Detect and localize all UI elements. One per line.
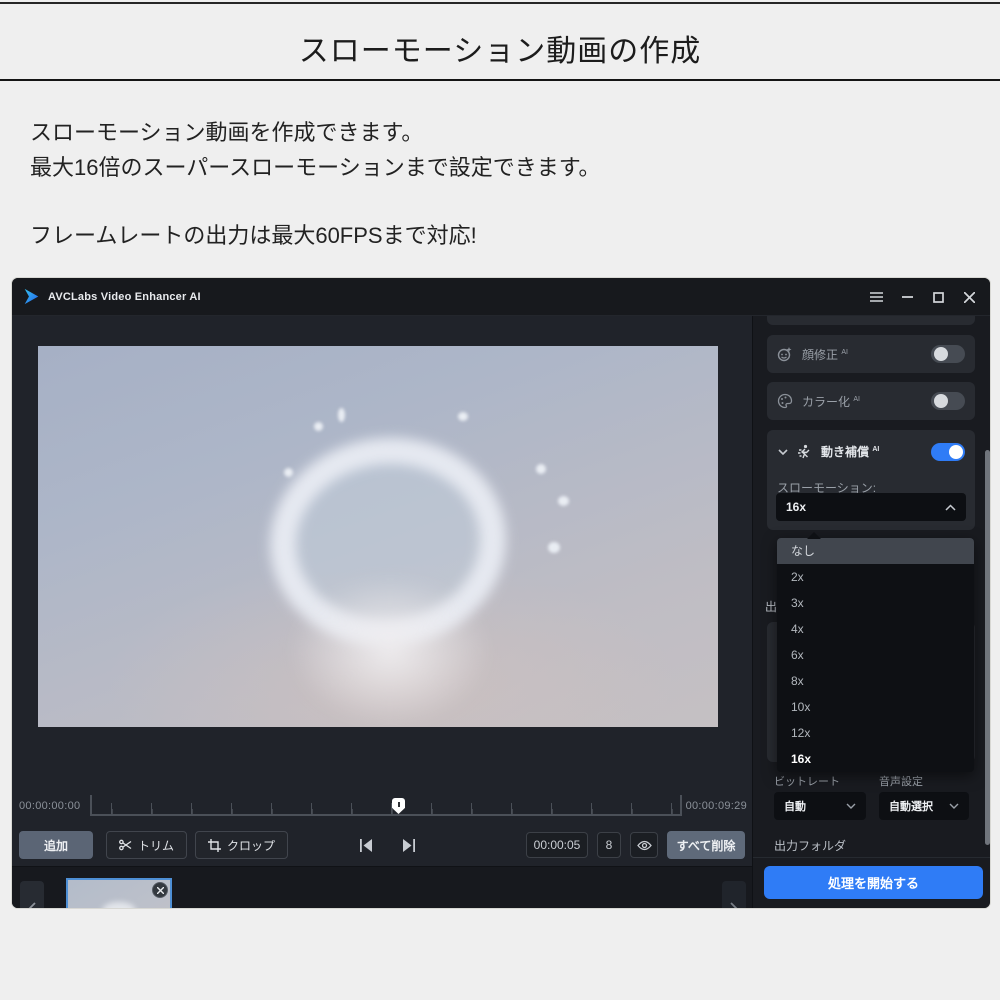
dropdown-option-16x[interactable]: 16x	[777, 746, 974, 772]
palette-icon	[777, 393, 793, 409]
add-button[interactable]: 追加	[19, 831, 93, 859]
skip-to-end-button[interactable]	[398, 835, 418, 855]
eye-icon	[637, 840, 652, 851]
top-divider	[0, 2, 1000, 4]
colorize-toggle[interactable]	[931, 392, 965, 410]
skip-to-start-button[interactable]	[356, 835, 376, 855]
dropdown-option-10x[interactable]: 10x	[777, 694, 974, 720]
titlebar: AVCLabs Video Enhancer AI	[12, 278, 990, 316]
menu-icon[interactable]	[869, 290, 883, 304]
title-divider	[0, 79, 1000, 81]
motion-compensation-toggle[interactable]	[931, 443, 965, 461]
dropdown-option-2x[interactable]: 2x	[777, 564, 974, 590]
video-thumbnail[interactable]: milk_-_98044 ...	[66, 878, 172, 908]
filmstrip-prev-button[interactable]	[20, 881, 44, 908]
intro-paragraph: スローモーション動画を作成できます。 最大16倍のスーパースローモーションまで設…	[30, 115, 601, 185]
crop-icon	[208, 839, 221, 852]
remove-video-button[interactable]	[152, 882, 168, 898]
colorize-label: カラー化 AI	[802, 393, 860, 410]
app-title: AVCLabs Video Enhancer AI	[48, 291, 201, 303]
timeline: 00:00:00:00 00:00:09:29	[12, 793, 752, 823]
scissors-icon	[119, 839, 132, 851]
sidebar-scrollbar[interactable]	[985, 450, 990, 845]
filmstrip-next-button[interactable]	[722, 881, 746, 908]
dropdown-option-12x[interactable]: 12x	[777, 720, 974, 746]
colorize-card: カラー化 AI	[767, 382, 975, 420]
motion-compensation-label: 動き補償 AI	[821, 443, 879, 460]
dropdown-option-3x[interactable]: 3x	[777, 590, 974, 616]
video-preview	[38, 346, 718, 727]
running-person-icon	[796, 444, 812, 460]
intro-line-2: 最大16倍のスーパースローモーションまで設定できます。	[30, 150, 601, 185]
settings-sidebar: 顔修正 AI カラー化 AI 動き補償 AI	[752, 316, 990, 908]
dropdown-option-none[interactable]: なし	[777, 538, 974, 564]
slow-motion-dropdown: なし 2x 3x 4x 6x 8x 10x 12x 16x	[777, 538, 974, 772]
timeline-ruler[interactable]	[90, 795, 682, 816]
timeline-start-time: 00:00:00:00	[19, 800, 80, 812]
minimize-button[interactable]	[900, 290, 914, 304]
control-bar: 追加 トリム クロップ	[12, 830, 752, 860]
dropdown-option-4x[interactable]: 4x	[777, 616, 974, 642]
app-logo-icon	[23, 288, 40, 305]
face-refinement-toggle[interactable]	[931, 345, 965, 363]
bitrate-select[interactable]: 自動	[774, 792, 866, 820]
preview-eye-button[interactable]	[630, 832, 658, 858]
timeline-end-time: 00:00:09:29	[686, 800, 747, 812]
delete-all-button[interactable]: すべて削除	[667, 831, 745, 859]
face-refinement-card: 顔修正 AI	[767, 335, 975, 373]
time-position-field[interactable]: 00:00:05	[526, 832, 588, 858]
filmstrip: milk_-_98044 ...	[12, 866, 752, 908]
page-title: スローモーション動画の作成	[0, 26, 1000, 70]
chevron-down-icon[interactable]	[777, 446, 789, 458]
dropdown-option-8x[interactable]: 8x	[777, 668, 974, 694]
app-window: AVCLabs Video Enhancer AI	[12, 278, 990, 908]
fps-paragraph: フレームレートの出力は最大60FPSまで対応!	[30, 218, 477, 253]
chevron-left-icon	[28, 902, 36, 909]
crop-button[interactable]: クロップ	[195, 831, 288, 859]
motion-compensation-card: 動き補償 AI スローモーション: 16x	[767, 430, 975, 530]
face-icon	[777, 346, 793, 362]
output-folder-label: 出力フォルダ	[774, 837, 846, 854]
slow-motion-select[interactable]: 16x	[776, 493, 966, 521]
preview-pane: 00:00:00:00 00:00:09:29 追加 トリム	[12, 316, 752, 908]
frame-field[interactable]: 8	[597, 832, 621, 858]
maximize-button[interactable]	[931, 290, 945, 304]
start-processing-button[interactable]: 処理を開始する	[764, 866, 983, 899]
scrolled-card-remnant	[767, 316, 975, 325]
trim-button[interactable]: トリム	[106, 831, 187, 859]
close-icon	[157, 887, 164, 894]
intro-line-1: スローモーション動画を作成できます。	[30, 115, 601, 150]
chevron-down-icon	[846, 803, 856, 809]
audio-select[interactable]: 自動選択	[879, 792, 969, 820]
audio-settings-label: 音声設定	[879, 773, 923, 789]
close-button[interactable]	[962, 290, 976, 304]
chevron-right-icon	[730, 902, 738, 909]
milk-splash-column	[290, 576, 490, 726]
chevron-up-icon	[945, 504, 956, 511]
dropdown-option-6x[interactable]: 6x	[777, 642, 974, 668]
bitrate-label: ビットレート	[774, 773, 840, 789]
face-refinement-label: 顔修正 AI	[802, 346, 848, 363]
chevron-down-icon	[949, 803, 959, 809]
